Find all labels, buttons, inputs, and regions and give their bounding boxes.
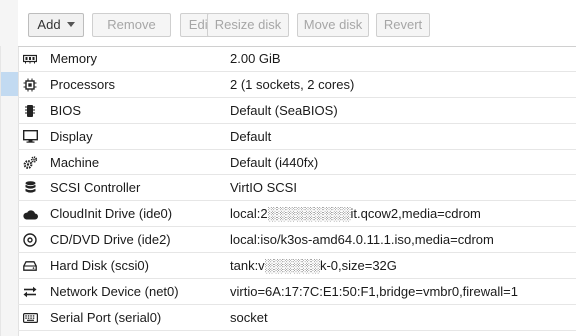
grid-left-border xyxy=(0,46,1,336)
hardware-row-network-device[interactable]: Network Device (net0) virtio=6A:17:7C:E1… xyxy=(18,279,576,305)
chip-icon xyxy=(22,103,38,119)
revert-button[interactable]: Revert xyxy=(376,13,430,37)
hardware-value: socket xyxy=(230,309,268,325)
hardware-value: local:2░░░░░░░░░it.qcow2,media=cdrom xyxy=(230,206,481,222)
hardware-name: Display xyxy=(50,128,93,144)
hardware-row-scsi-controller[interactable]: SCSI Controller VirtIO SCSI xyxy=(18,175,576,202)
hardware-name: Network Device (net0) xyxy=(50,284,179,300)
hardware-value: VirtIO SCSI xyxy=(230,180,297,196)
hardware-name: SCSI Controller xyxy=(50,180,141,196)
cloud-icon xyxy=(22,206,38,222)
hardware-name: BIOS xyxy=(50,102,82,118)
remove-button[interactable]: Remove xyxy=(92,13,171,37)
keyboard-icon xyxy=(22,310,38,326)
hardware-name: Memory xyxy=(50,51,97,66)
hdd-icon xyxy=(22,258,38,274)
cpu-icon xyxy=(22,77,38,93)
hardware-grid: Memory 2.00 GiB Processors 2 (1 sockets,… xyxy=(18,46,576,331)
hardware-name: Hard Disk (scsi0) xyxy=(50,258,149,274)
hardware-row-bios[interactable]: BIOS Default (SeaBIOS) xyxy=(18,98,576,124)
monitor-icon xyxy=(22,129,38,145)
hardware-row-machine[interactable]: Machine Default (i440fx) xyxy=(18,150,576,176)
gears-icon xyxy=(22,155,38,171)
memory-icon xyxy=(22,51,38,67)
database-icon xyxy=(22,180,38,196)
hardware-name: Machine xyxy=(50,154,100,170)
toolbar: Add Remove Edit Resize disk Move disk Re… xyxy=(18,0,576,47)
hardware-value: virtio=6A:17:7C:E1:50:F1,bridge=vmbr0,fi… xyxy=(230,284,518,300)
hardware-value: Default xyxy=(230,128,272,144)
hardware-value: local:iso/k3os-amd64.0.11.1.iso,media=cd… xyxy=(230,232,494,248)
hardware-row-processors[interactable]: Processors 2 (1 sockets, 2 cores) xyxy=(18,72,576,98)
hardware-value: 2 (1 sockets, 2 cores) xyxy=(230,76,355,92)
hardware-value: Default (i440fx) xyxy=(230,154,319,170)
chevron-down-icon xyxy=(66,22,75,27)
hardware-value: 2.00 GiB xyxy=(230,51,281,66)
hardware-name: CloudInit Drive (ide0) xyxy=(50,206,173,222)
exchange-icon xyxy=(22,284,38,300)
hardware-name: CD/DVD Drive (ide2) xyxy=(50,232,171,248)
hardware-row-memory[interactable]: Memory 2.00 GiB xyxy=(18,46,576,72)
hardware-name: Serial Port (serial0) xyxy=(50,309,162,325)
left-panel-edge xyxy=(0,0,19,336)
add-button[interactable]: Add xyxy=(28,13,84,37)
hardware-name: Processors xyxy=(50,76,116,92)
move-disk-button[interactable]: Move disk xyxy=(297,13,369,37)
hardware-row-hard-disk[interactable]: Hard Disk (scsi0) tank:v░░░░░░k-0,size=3… xyxy=(18,253,576,280)
hardware-row-cloudinit-drive[interactable]: CloudInit Drive (ide0) local:2░░░░░░░░░i… xyxy=(18,201,576,228)
hardware-value: tank:v░░░░░░k-0,size=32G xyxy=(230,258,397,274)
selected-nav-item[interactable] xyxy=(0,72,18,96)
hardware-row-display[interactable]: Display Default xyxy=(18,124,576,150)
hardware-row-cd-dvd-drive[interactable]: CD/DVD Drive (ide2) local:iso/k3os-amd64… xyxy=(18,227,576,254)
hardware-value: Default (SeaBIOS) xyxy=(230,102,338,118)
disc-icon xyxy=(22,232,38,248)
add-button-label: Add xyxy=(37,17,61,32)
resize-disk-button[interactable]: Resize disk xyxy=(207,13,289,37)
hardware-row-serial-port[interactable]: Serial Port (serial0) socket xyxy=(18,305,576,331)
